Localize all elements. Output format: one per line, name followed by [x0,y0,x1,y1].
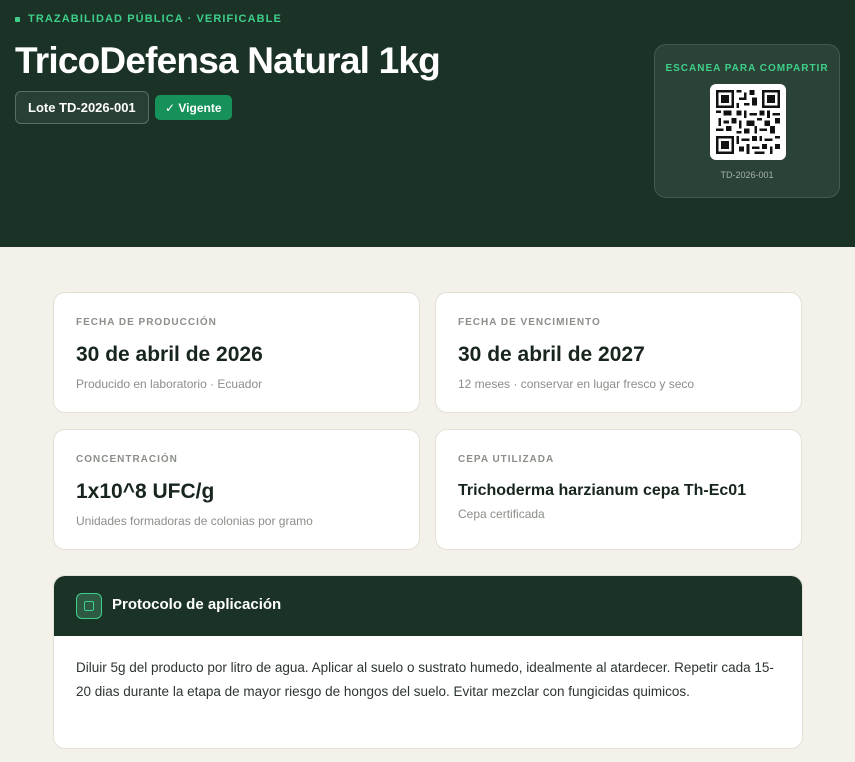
card-label: FECHA DE VENCIMIENTO [458,317,601,328]
card-expiry-date: FECHA DE VENCIMIENTO 30 de abril de 2027… [435,292,802,413]
product-title: TricoDefensa Natural 1kg [15,40,441,81]
card-value: 30 de abril de 2026 [76,343,263,366]
card-sub: Producido en laboratorio · Ecuador [76,377,263,391]
card-production-date: FECHA DE PRODUCCIÓN 30 de abril de 2026 … [53,292,420,413]
qr-code-text: TD-2026-001 [720,170,774,180]
eyebrow: TRAZABILIDAD PÚBLICA · VERIFICABLE [15,13,282,25]
card-value: 30 de abril de 2027 [458,343,645,366]
card-value: Trichoderma harzianum cepa Th-Ec01 [458,482,747,499]
card-sub: Unidades formadoras de colonias por gram… [76,514,313,528]
protocol-header: Protocolo de aplicación [54,576,802,636]
hero-header: TRAZABILIDAD PÚBLICA · VERIFICABLE Trico… [0,0,855,247]
card-concentration: CONCENTRACIÓN 1x10^8 UFC/g Unidades form… [53,429,420,550]
card-label: CONCENTRACIÓN [76,454,178,465]
card-value: 1x10^8 UFC/g [76,480,215,503]
card-sub: Cepa certificada [458,507,545,521]
status-badge: ✓ Vigente [155,95,232,120]
protocol-section: Protocolo de aplicación Diluir 5g del pr… [53,575,803,749]
protocol-body: Diluir 5g del producto por litro de agua… [76,660,774,699]
square-dot-icon [15,16,20,22]
qr-code-icon[interactable] [710,84,786,160]
card-strain: CEPA UTILIZADA Trichoderma harzianum cep… [435,429,802,550]
checkbox-icon [76,593,102,619]
card-sub: 12 meses · conservar en lugar fresco y s… [458,377,695,391]
protocol-title: Protocolo de aplicación [112,596,282,613]
card-label: CEPA UTILIZADA [458,454,555,465]
card-label: FECHA DE PRODUCCIÓN [76,317,217,328]
lote-badge: Lote TD-2026-001 [15,91,149,124]
qr-share-card[interactable]: ESCANEA PARA COMPARTIR TD-2026-001 [654,44,840,198]
qr-label: ESCANEA PARA COMPARTIR [665,63,829,74]
eyebrow-text: TRAZABILIDAD PÚBLICA · VERIFICABLE [28,13,282,25]
